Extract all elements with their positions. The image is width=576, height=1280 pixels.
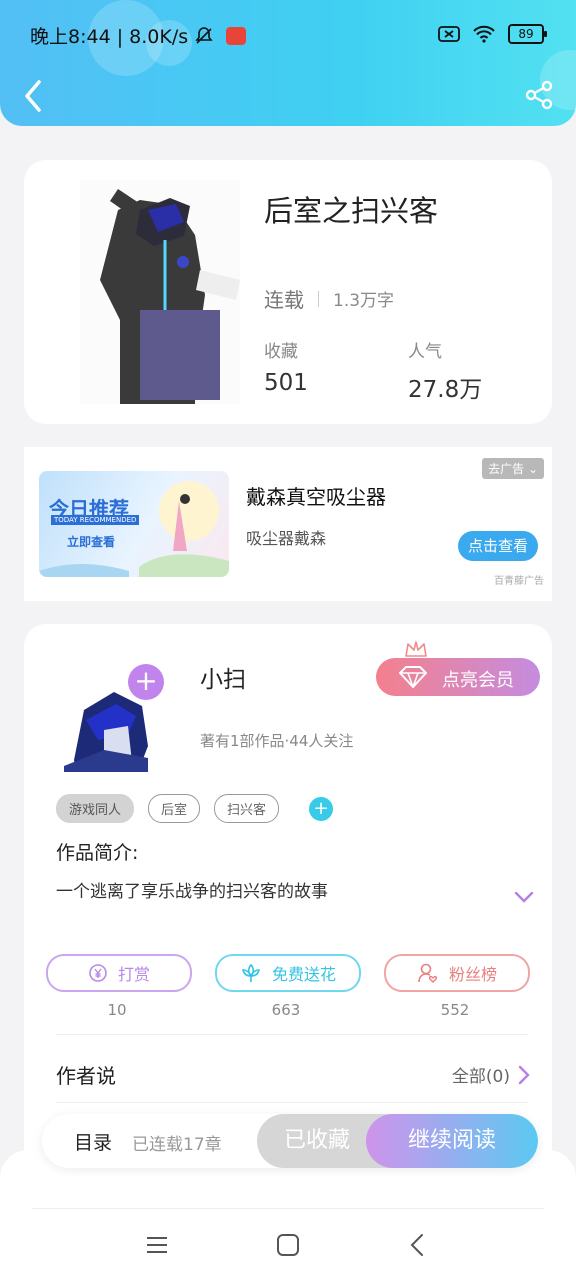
chevron-right-icon — [518, 1065, 530, 1084]
back-nav-icon[interactable] — [403, 1230, 433, 1260]
fan-ranking-label: 粉丝榜 — [448, 965, 497, 984]
popularity-label: 人气 — [408, 342, 442, 362]
tip-label: 打赏 — [117, 965, 150, 984]
ad-subtitle: 吸尘器戴森 — [246, 529, 327, 548]
tip-count: 10 — [107, 1001, 127, 1019]
author-meta: 著有1部作品·44人关注 — [200, 732, 354, 750]
tag-item[interactable]: 后室 — [148, 794, 201, 823]
chevron-down-icon: ⌄ — [527, 462, 538, 476]
continue-reading-button[interactable]: 继续阅读 — [366, 1114, 538, 1168]
ad-image-subtitle: TODAY RECOMMENDED — [51, 515, 140, 525]
book-info-card: 后室之扫兴客 连载 1.3万字 收藏 501 人气 27.8万 — [24, 160, 552, 424]
serial-chapter-count: 已连载17章 — [132, 1135, 222, 1155]
intro-text: 一个逃离了享乐战争的扫兴客的故事 — [56, 882, 328, 902]
serial-status: 连载 — [264, 288, 304, 312]
collect-value: 501 — [264, 370, 308, 396]
divider — [56, 1102, 528, 1103]
collect-label: 收藏 — [264, 342, 298, 362]
follow-author-button[interactable]: + — [128, 664, 164, 700]
flower-icon — [241, 963, 261, 982]
tip-button[interactable]: 打赏 — [46, 954, 192, 992]
app-header: 晚上8:44 | 8.0K/s 89 — [0, 0, 576, 126]
tag-list: 游戏同人 后室 扫兴客 + — [56, 794, 334, 823]
book-status-line: 连载 1.3万字 — [264, 284, 394, 313]
author-says-title: 作者说 — [56, 1064, 116, 1088]
send-flower-label: 免费送花 — [271, 965, 336, 984]
ad-cta-button[interactable]: 点击查看 — [458, 531, 538, 561]
diamond-icon — [399, 666, 427, 688]
battery-icon: 89 — [508, 24, 547, 44]
menu-nav-icon[interactable] — [142, 1230, 172, 1260]
all-count-label: 全部(0) — [451, 1067, 510, 1087]
ad-image[interactable]: 今日推荐 TODAY RECOMMENDED 立即查看 — [39, 471, 229, 577]
fan-person-icon — [418, 963, 438, 983]
flower-count: 663 — [271, 1001, 301, 1019]
ad-image-cta: 立即查看 — [67, 535, 116, 549]
separator — [318, 290, 319, 307]
mute-bell-icon — [195, 26, 213, 44]
author-name[interactable]: 小扫 — [200, 660, 246, 694]
intro-label: 作品简介: — [56, 842, 139, 864]
home-nav-icon[interactable] — [273, 1230, 303, 1260]
tag-item[interactable]: 扫兴客 — [214, 794, 280, 823]
vip-button-label: 点亮会员 — [442, 670, 514, 691]
back-button[interactable] — [18, 76, 48, 116]
expand-chevron-icon[interactable] — [514, 890, 534, 904]
sim-x-icon — [438, 26, 460, 42]
collected-label: 已收藏 — [283, 1128, 350, 1153]
send-flower-button[interactable]: 免费送花 — [215, 954, 361, 992]
ad-title: 戴森真空吸尘器 — [246, 485, 386, 509]
app-notification-icon — [226, 26, 247, 45]
fan-count: 552 — [440, 1001, 470, 1019]
share-button[interactable] — [522, 78, 556, 112]
tag-item[interactable]: 游戏同人 — [56, 794, 135, 823]
status-bar-right: 89 — [438, 24, 547, 44]
fan-ranking-button[interactable]: 粉丝榜 — [384, 954, 530, 992]
remove-ad-label: 去广告 — [488, 462, 525, 476]
popularity-value: 27.8万 — [408, 377, 483, 403]
ad-banner[interactable]: 今日推荐 TODAY RECOMMENDED 立即查看 戴森真空吸尘器 吸尘器戴… — [24, 447, 552, 601]
vip-button[interactable]: 点亮会员 — [376, 641, 540, 696]
add-tag-button[interactable]: + — [309, 796, 334, 821]
word-count: 1.3万字 — [333, 291, 395, 311]
divider — [56, 1034, 528, 1035]
book-title: 后室之扫兴客 — [264, 194, 439, 228]
wifi-icon — [473, 25, 495, 43]
book-cover-image[interactable] — [80, 180, 240, 404]
table-of-contents-button[interactable]: 目录 — [74, 1128, 112, 1155]
remove-ad-button[interactable]: 去广告 ⌄ — [482, 458, 544, 479]
divider — [32, 1208, 544, 1209]
reader-action-bar: 目录 已连载17章 已收藏 继续阅读 — [42, 1114, 538, 1168]
yen-coin-icon — [89, 964, 107, 982]
bottom-sheet — [0, 1150, 576, 1280]
ad-source: 百青藤广告 — [494, 576, 544, 587]
author-says-all-link[interactable]: 全部(0) — [452, 1062, 530, 1087]
status-bar-left: 晚上8:44 | 8.0K/s — [30, 22, 247, 49]
status-time-speed: 晚上8:44 | 8.0K/s — [30, 26, 189, 48]
crown-icon — [405, 641, 427, 657]
